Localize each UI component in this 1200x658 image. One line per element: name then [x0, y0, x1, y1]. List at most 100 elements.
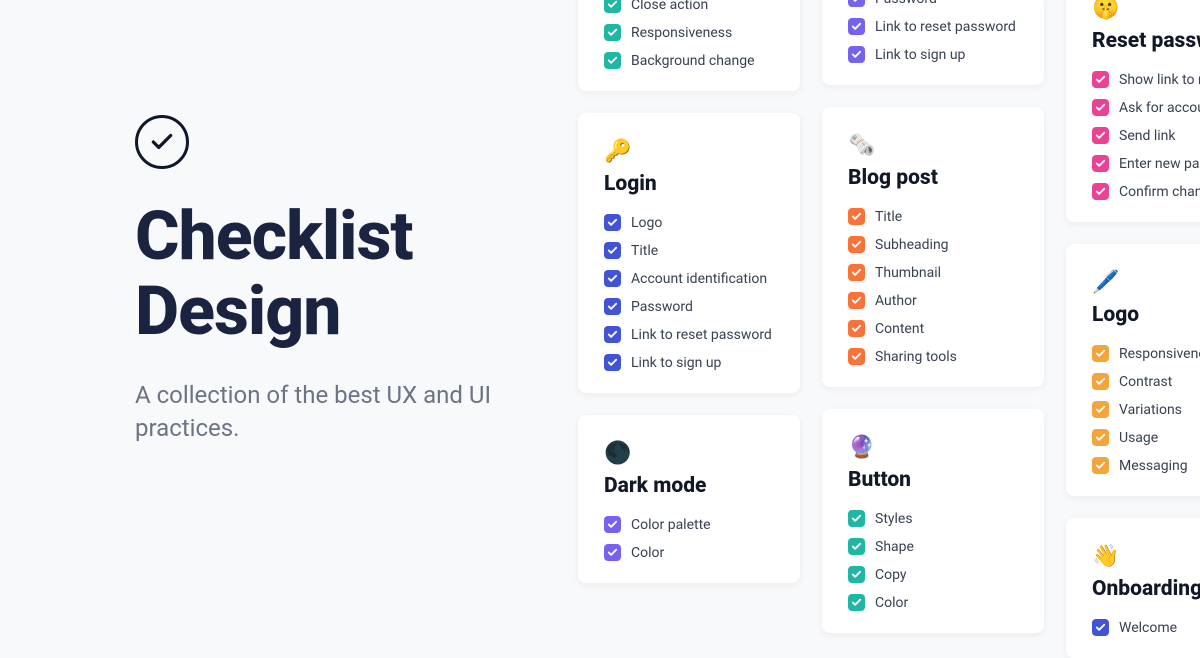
checklist-card[interactable]: 🖊️LogoResponsivenessContrastVariationsUs… [1066, 244, 1200, 496]
checklist-item-label: Subheading [875, 237, 949, 253]
checkbox-icon[interactable] [848, 594, 865, 611]
checklist-item[interactable]: Responsiveness [604, 24, 774, 41]
checklist-item[interactable]: Link to reset password [604, 326, 774, 343]
checklist-card[interactable]: Password Link to reset password Link to si… [822, 0, 1044, 85]
checklist-item-label: Styles [875, 511, 913, 527]
checklist-item[interactable]: Link to sign up [604, 354, 774, 371]
checklist-item-label: Responsiveness [1119, 346, 1200, 362]
checklist-item[interactable]: Thumbnail [848, 264, 1018, 281]
checklist-item[interactable]: Subheading [848, 236, 1018, 253]
checklist-card[interactable]: 🔮ButtonStylesShapeCopyColor [822, 409, 1044, 633]
checklist-item-label: Ask for account [1119, 100, 1200, 116]
card-items: Password Link to reset password Link to si… [848, 0, 1018, 63]
checkbox-icon[interactable] [848, 236, 865, 253]
hero: Checklist Design A collection of the bes… [135, 115, 495, 446]
checkbox-icon[interactable] [1092, 619, 1109, 636]
checklist-item[interactable]: Welcome [1092, 619, 1200, 636]
card-items: Title Subheading Thumbnail Author Content Sha… [848, 208, 1018, 365]
card-emoji-icon: 🌑 [604, 441, 774, 466]
checklist-item[interactable]: Responsiveness [1092, 345, 1200, 362]
checklist-item[interactable]: Send link [1092, 127, 1200, 144]
checkbox-icon[interactable] [848, 292, 865, 309]
checkbox-icon[interactable] [1092, 345, 1109, 362]
checkbox-icon[interactable] [1092, 183, 1109, 200]
checkbox-icon[interactable] [1092, 99, 1109, 116]
checklist-item-label: Title [631, 243, 658, 259]
checklist-item[interactable]: Usage [1092, 429, 1200, 446]
checkbox-icon[interactable] [1092, 429, 1109, 446]
checkbox-icon[interactable] [1092, 401, 1109, 418]
checkbox-icon[interactable] [1092, 457, 1109, 474]
card-items: Welcome [1092, 619, 1200, 636]
checklist-item[interactable]: Variations [1092, 401, 1200, 418]
checkbox-icon[interactable] [604, 326, 621, 343]
checkbox-icon[interactable] [604, 242, 621, 259]
checklist-item[interactable]: Shape [848, 538, 1018, 555]
checklist-item[interactable]: Content [848, 320, 1018, 337]
checklist-card[interactable]: Descriptive textButton/sClose actionResp… [578, 0, 800, 91]
checklist-item[interactable]: Styles [848, 510, 1018, 527]
checklist-item[interactable]: Color [848, 594, 1018, 611]
checkbox-icon[interactable] [848, 0, 865, 7]
checklist-item[interactable]: Contrast [1092, 373, 1200, 390]
checkbox-icon[interactable] [604, 516, 621, 533]
checklist-item-label: Background change [631, 53, 755, 69]
checkbox-icon[interactable] [604, 354, 621, 371]
checkbox-icon[interactable] [848, 510, 865, 527]
checklist-item[interactable]: Enter new password [1092, 155, 1200, 172]
checkbox-icon[interactable] [848, 566, 865, 583]
checkbox-icon[interactable] [604, 24, 621, 41]
checkbox-icon[interactable] [1092, 373, 1109, 390]
checklist-item[interactable]: Sharing tools [848, 348, 1018, 365]
checklist-item[interactable]: Background change [604, 52, 774, 69]
checkbox-icon[interactable] [848, 320, 865, 337]
checkbox-icon[interactable] [604, 0, 621, 13]
checklist-item[interactable]: Messaging [1092, 457, 1200, 474]
checklist-item[interactable]: Author [848, 292, 1018, 309]
checkbox-icon[interactable] [848, 264, 865, 281]
checklist-item-label: Color palette [631, 517, 711, 533]
checkbox-icon[interactable] [604, 270, 621, 287]
card-title: Blog post [848, 166, 1018, 190]
checklist-item[interactable]: Title [604, 242, 774, 259]
checklist-item-label: Author [875, 293, 917, 309]
checkbox-icon[interactable] [848, 348, 865, 365]
checklist-item[interactable]: Link to sign up [848, 46, 1018, 63]
checklist-card[interactable]: 🤫Reset passwordShow link to resetAsk for… [1066, 0, 1200, 222]
checkbox-icon[interactable] [1092, 71, 1109, 88]
card-emoji-icon: 🤫 [1092, 0, 1200, 21]
checklist-card[interactable]: 🌑Dark modeColor paletteColor [578, 415, 800, 583]
checklist-item[interactable]: Color [604, 544, 774, 561]
checklist-item-label: Show link to reset [1119, 72, 1200, 88]
checklist-item[interactable]: Copy [848, 566, 1018, 583]
checkbox-icon[interactable] [848, 46, 865, 63]
checklist-item[interactable]: Title [848, 208, 1018, 225]
hero-title: Checklist Design [135, 199, 495, 349]
checklist-item[interactable]: Password [604, 298, 774, 315]
checklist-item[interactable]: Logo [604, 214, 774, 231]
checklist-item[interactable]: Close action [604, 0, 774, 13]
checkbox-icon[interactable] [604, 544, 621, 561]
checklist-card[interactable]: 🔑LoginLogoTitleAccount identificationPas… [578, 113, 800, 393]
card-emoji-icon: 🔑 [604, 139, 774, 164]
checkbox-icon[interactable] [1092, 127, 1109, 144]
checklist-item[interactable]: Show link to reset [1092, 71, 1200, 88]
checklist-item[interactable]: Ask for account [1092, 99, 1200, 116]
checklist-item-label: Color [875, 595, 908, 611]
card-column: 🤫Reset passwordShow link to resetAsk for… [1066, 0, 1200, 658]
checklist-item[interactable]: Color palette [604, 516, 774, 533]
checklist-item[interactable]: Account identification [604, 270, 774, 287]
checkbox-icon[interactable] [604, 214, 621, 231]
checklist-card[interactable]: 👋OnboardingWelcome [1066, 518, 1200, 658]
checkbox-icon[interactable] [848, 208, 865, 225]
checkbox-icon[interactable] [848, 18, 865, 35]
checkbox-icon[interactable] [1092, 155, 1109, 172]
checklist-card[interactable]: 🗞️Blog postTitleSubheadingThumbnailAutho… [822, 107, 1044, 387]
checklist-item[interactable]: Password [848, 0, 1018, 7]
checkbox-icon[interactable] [604, 52, 621, 69]
checkbox-icon[interactable] [848, 538, 865, 555]
checkbox-icon[interactable] [604, 298, 621, 315]
checklist-item[interactable]: Link to reset password [848, 18, 1018, 35]
checklist-item[interactable]: Confirm change [1092, 183, 1200, 200]
card-items: Color palette Color [604, 516, 774, 561]
